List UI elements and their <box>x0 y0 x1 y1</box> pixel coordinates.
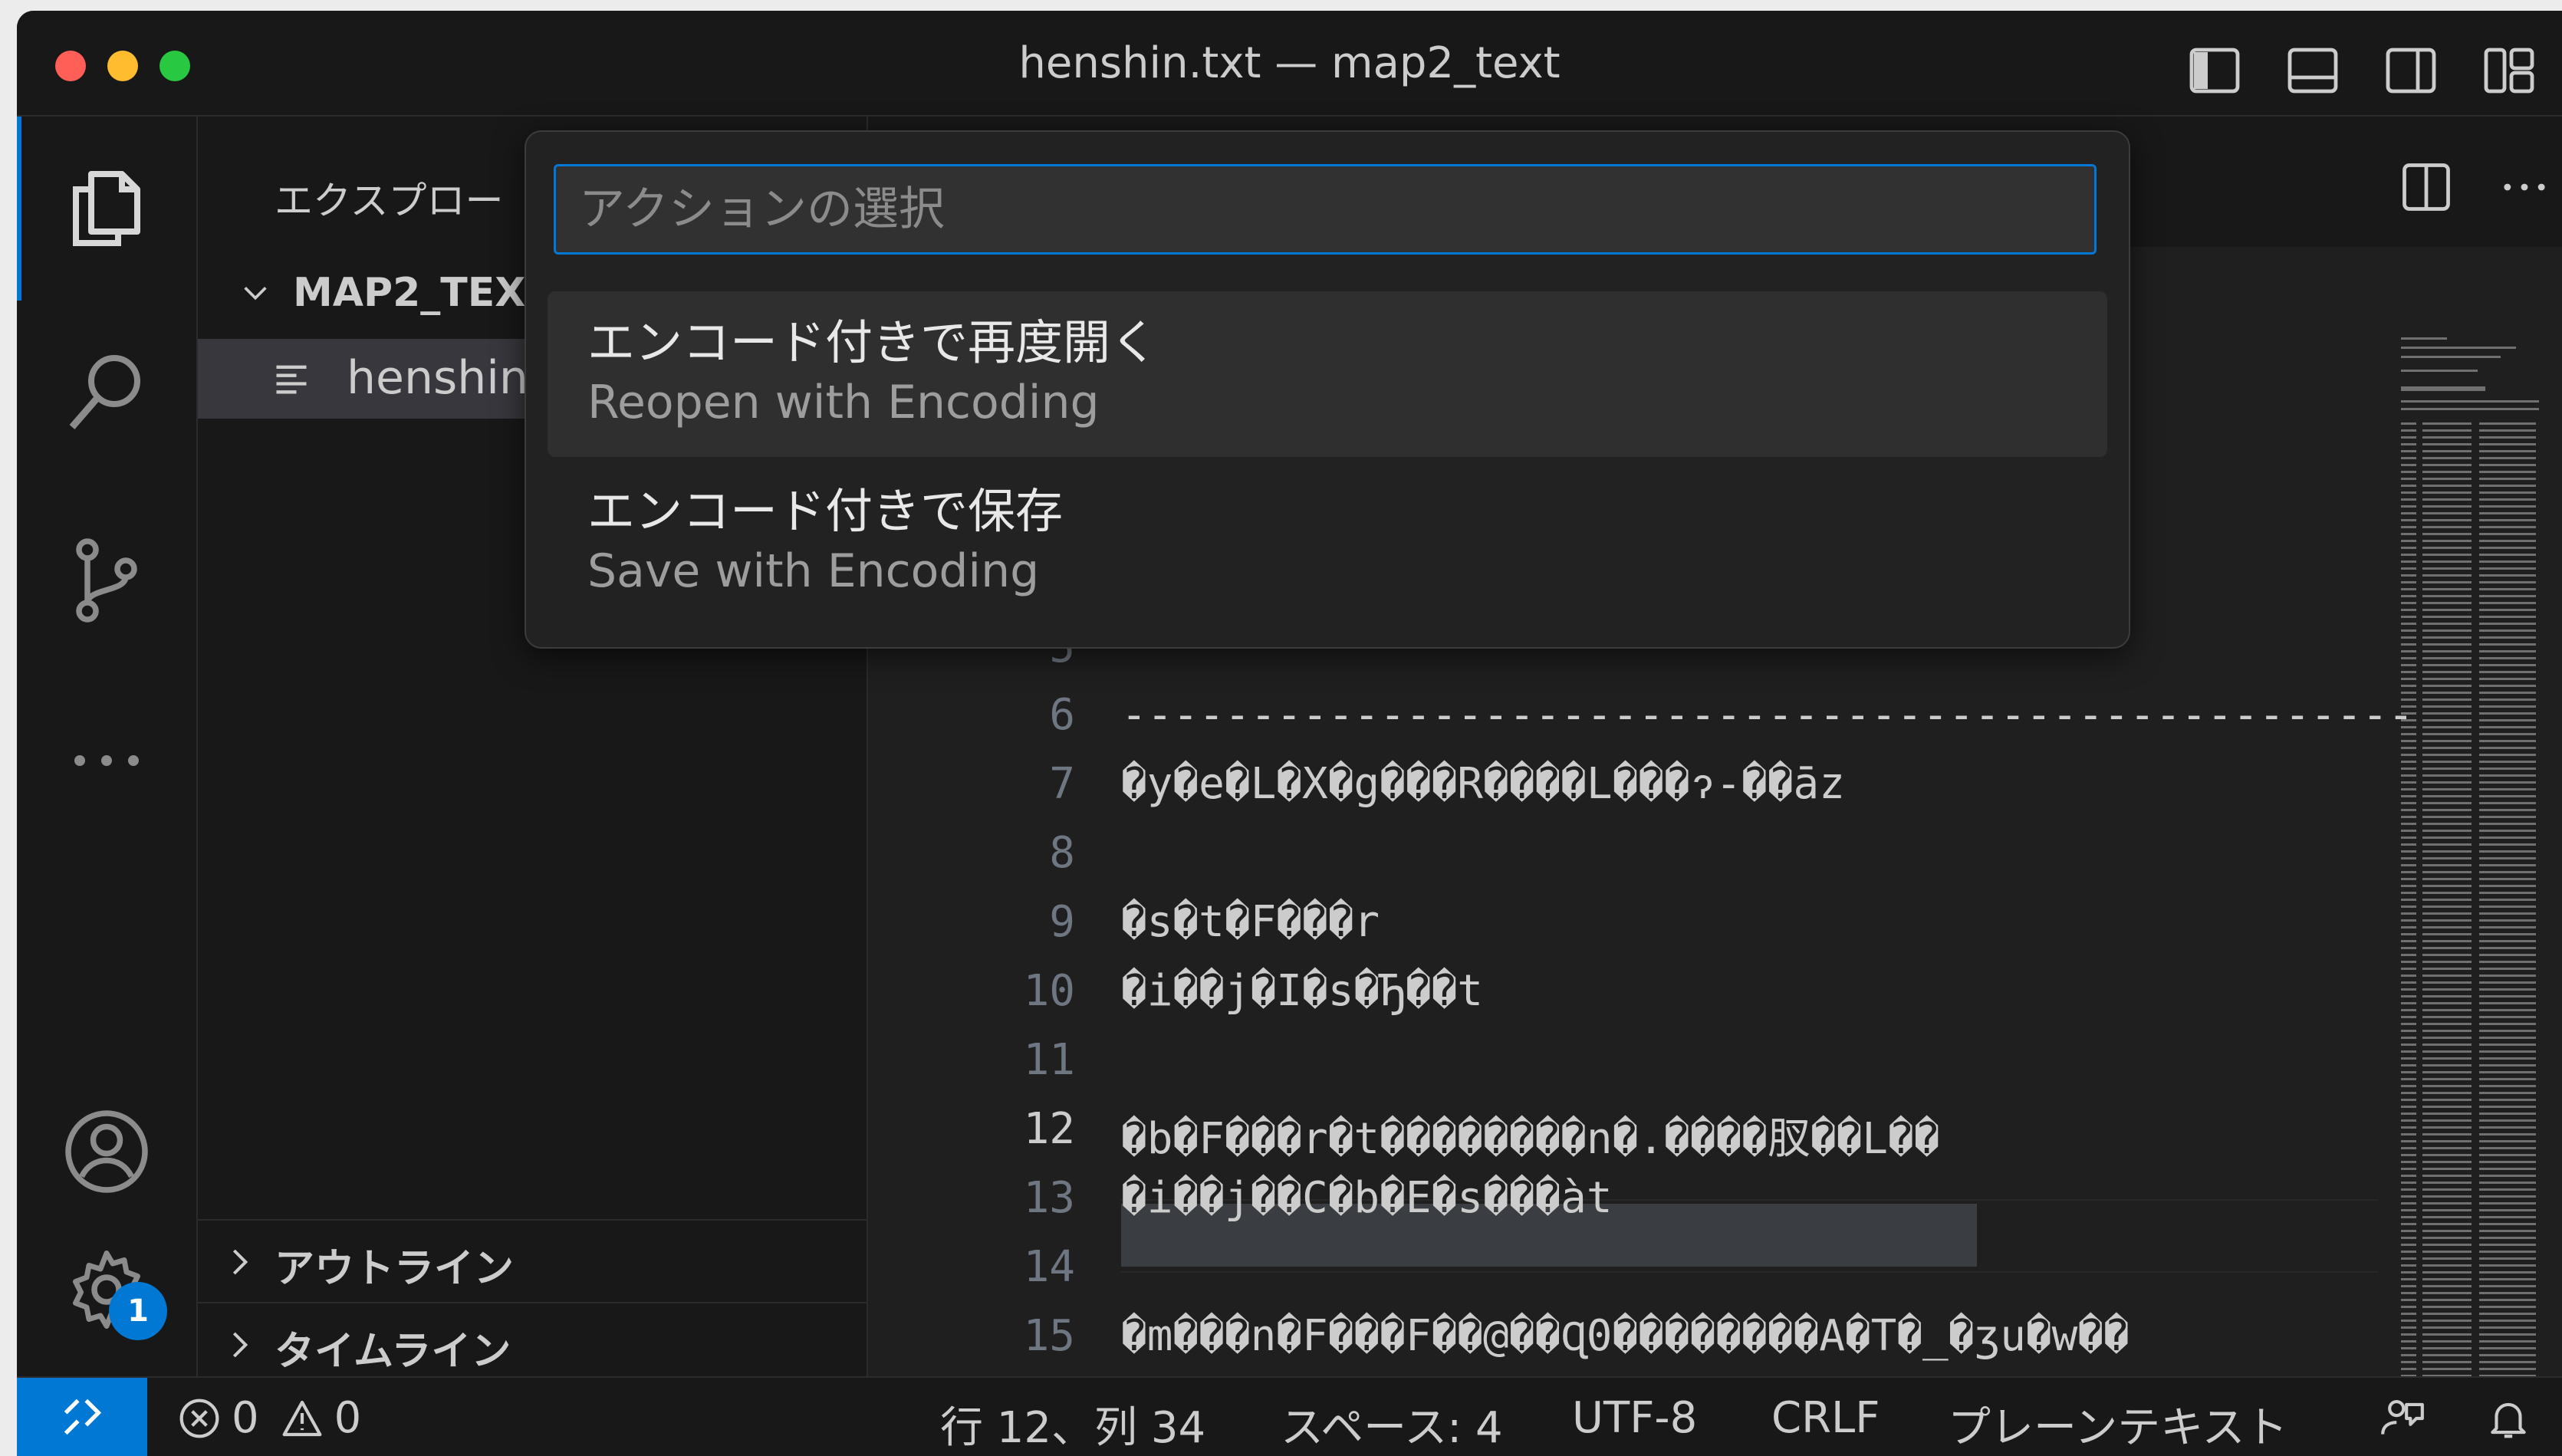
line-number: 13 <box>1023 1173 1075 1223</box>
line-number: 9 <box>1049 897 1075 947</box>
code-line[interactable]: �i��j��C�b�E�s���àt <box>1121 1173 1613 1223</box>
chevron-right-icon <box>232 1249 248 1275</box>
chevron-right-icon <box>232 1332 248 1358</box>
action-select-input[interactable] <box>554 164 2097 255</box>
reopen-with-encoding-item[interactable]: エンコード付きで再度開く Reopen with Encoding <box>548 291 2107 457</box>
toggle-primary-sidebar-icon[interactable] <box>2187 43 2242 98</box>
outline-section-header[interactable]: アウトライン <box>198 1219 867 1300</box>
chevron-down-icon <box>244 287 267 301</box>
vscode-window: henshin.txt — map2_text 1 エクスプロー MAP2_TE… <box>17 11 2562 1456</box>
warning-count: 0 <box>334 1393 362 1443</box>
explorer-button[interactable] <box>17 151 196 266</box>
bell-icon[interactable] <box>2485 1395 2532 1442</box>
title-bar: henshin.txt — map2_text <box>17 11 2562 117</box>
split-editor-icon[interactable] <box>2397 158 2455 216</box>
warning-icon <box>282 1400 322 1436</box>
line-number: 7 <box>1049 759 1075 809</box>
search-icon <box>69 355 140 429</box>
files-icon <box>73 171 140 246</box>
timeline-section-header[interactable]: タイムライン <box>198 1302 867 1383</box>
line-number: 8 <box>1049 828 1075 878</box>
file-name: henshin <box>347 351 528 405</box>
line-number: 11 <box>1023 1035 1075 1085</box>
notification-badge: 1 <box>109 1282 167 1340</box>
text-file-icon <box>276 365 307 394</box>
item-label: エンコード付きで保存 <box>587 483 1064 539</box>
line-number: 15 <box>1023 1311 1075 1361</box>
search-button[interactable] <box>17 335 196 450</box>
activity-bar: 1 <box>17 117 198 1376</box>
code-line-current[interactable]: �b�F���r�t��������n�.����肞��L�� <box>1121 1104 1939 1166</box>
toggle-secondary-sidebar-icon[interactable] <box>2383 43 2439 98</box>
manage-button[interactable] <box>17 1232 196 1347</box>
minimap[interactable] <box>2401 331 2547 1456</box>
line-number: 6 <box>1049 690 1075 740</box>
line-number-current: 12 <box>1023 1104 1075 1154</box>
feedback-icon[interactable] <box>2379 1395 2426 1442</box>
item-detail: Reopen with Encoding <box>587 376 1100 429</box>
code-line[interactable]: �m���n�F���F��@��Ɋ0��������A�T�_�ӡu�w�� <box>1121 1311 2130 1363</box>
language-mode[interactable]: プレーンテキスト <box>1948 1393 2288 1455</box>
ellipsis-icon <box>74 755 139 766</box>
indentation-setting[interactable]: スペース: 4 <box>1281 1393 1503 1455</box>
code-line[interactable]: ----------------------------------------… <box>1121 690 2414 740</box>
item-label: エンコード付きで再度開く <box>587 314 1159 370</box>
error-count: 0 <box>232 1393 259 1443</box>
item-detail: Save with Encoding <box>587 544 1040 598</box>
folder-name: MAP2_TEX <box>293 270 526 316</box>
timeline-label: タイムライン <box>275 1329 511 1375</box>
outline-label: アウトライン <box>275 1246 515 1292</box>
remote-indicator-button[interactable] <box>17 1378 147 1456</box>
accounts-button[interactable] <box>17 1094 196 1209</box>
customize-layout-icon[interactable] <box>2481 43 2537 98</box>
window-title: henshin.txt — map2_text <box>1018 38 1561 88</box>
quick-pick-dialog: エンコード付きで再度開く Reopen with Encoding エンコード付… <box>525 130 2130 649</box>
remote-icon <box>64 1398 102 1435</box>
sidebar-title: エクスプロー <box>275 179 504 223</box>
save-with-encoding-item[interactable]: エンコード付きで保存 Save with Encoding <box>548 460 2107 626</box>
toggle-panel-icon[interactable] <box>2285 43 2340 98</box>
code-line[interactable]: �s�t�F���r <box>1121 897 1380 947</box>
cursor-position[interactable]: 行 12、列 34 <box>940 1393 1205 1455</box>
eol-setting[interactable]: CRLF <box>1771 1393 1880 1443</box>
error-icon <box>179 1398 219 1438</box>
more-views-button[interactable] <box>17 703 196 818</box>
account-icon <box>65 1110 148 1193</box>
code-line[interactable]: �y�e�L�X�g���R����L���ɂ-��āz <box>1121 759 1845 811</box>
problems-button[interactable]: 0 0 <box>178 1393 361 1443</box>
line-number: 10 <box>1023 966 1075 1016</box>
status-bar: 0 0 行 12、列 34 スペース: 4 UTF-8 CRLF プレーンテキス… <box>17 1376 2562 1456</box>
source-control-icon <box>76 538 137 623</box>
line-number: 14 <box>1023 1242 1075 1292</box>
encoding-setting[interactable]: UTF-8 <box>1572 1393 1697 1443</box>
code-line[interactable]: �i��j�I�s�Ђ��t <box>1121 966 1483 1016</box>
source-control-button[interactable] <box>17 523 196 638</box>
folder-header[interactable]: MAP2_TEX <box>236 270 525 316</box>
more-actions-icon[interactable] <box>2495 158 2554 216</box>
